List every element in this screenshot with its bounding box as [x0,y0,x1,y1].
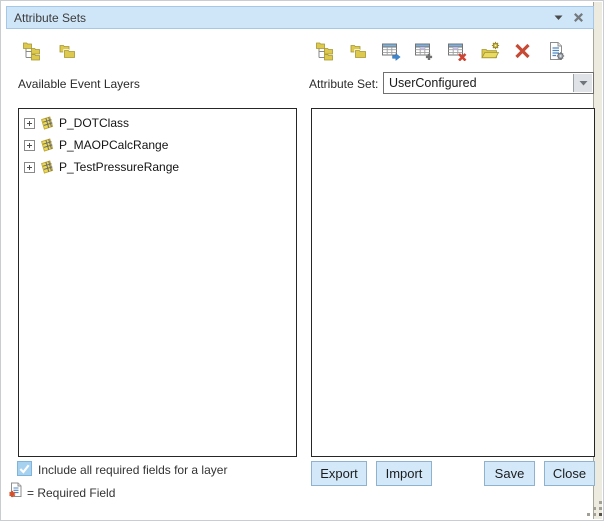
attribute-set-tree-icon [22,41,42,61]
new-attribute-set-tree-button[interactable] [22,41,42,61]
document-gear-icon [546,41,566,61]
attribute-set-tree-button[interactable] [315,41,335,61]
attribute-set-combobox[interactable]: UserConfigured [383,72,594,94]
table-export-button[interactable] [381,41,401,61]
tree-item-layer[interactable]: P_MAOPCalcRange [19,134,296,156]
table-add-button[interactable] [414,41,434,61]
delete-x-icon [513,41,533,61]
attribute-sets-dialog: Attribute Sets [0,0,604,521]
combobox-dropdown-button[interactable] [573,74,592,92]
table-delete-button[interactable] [447,41,467,61]
required-field-icon [8,482,24,498]
titlebar-controls [554,12,593,23]
copy-folders-icon [348,41,368,61]
export-button[interactable]: Export [311,461,367,486]
attribute-set-fields-list[interactable] [311,108,595,457]
event-layer-icon [39,137,55,153]
copy-folders-button[interactable] [348,41,368,61]
document-settings-button[interactable] [546,41,566,61]
layer-name: P_TestPressureRange [59,160,179,174]
folder-gear-button[interactable] [480,41,500,61]
close-icon[interactable] [573,12,584,23]
table-add-icon [414,41,434,61]
attribute-set-value: UserConfigured [384,73,593,93]
close-button[interactable]: Close [544,461,595,486]
checkmark-icon [18,462,31,475]
dialog-title: Attribute Sets [7,11,554,25]
available-event-layers-list[interactable]: P_DOTClass P_MAOPCalcRange P_TestPressur… [18,108,297,457]
titlebar[interactable]: Attribute Sets [6,6,594,29]
expand-plus-icon[interactable] [24,118,35,129]
include-required-fields-label: Include all required fields for a layer [38,463,227,477]
required-field-legend: = Required Field [27,486,115,500]
event-layer-icon [39,159,55,175]
attribute-set-label: Attribute Set: [309,77,378,91]
event-layer-icon [39,115,55,131]
folder-gear-icon [480,41,500,61]
include-required-fields-checkbox[interactable] [17,461,32,476]
save-button[interactable]: Save [484,461,535,486]
available-event-layers-label: Available Event Layers [18,77,140,91]
copy-folders-button[interactable] [57,41,77,61]
layer-name: P_MAOPCalcRange [59,138,168,152]
delete-button[interactable] [513,41,533,61]
table-delete-icon [447,41,467,61]
chevron-down-icon[interactable] [554,15,563,21]
table-export-icon [381,41,401,61]
expand-plus-icon[interactable] [24,140,35,151]
tree-item-layer[interactable]: P_TestPressureRange [19,156,296,178]
right-toolbar [315,41,566,61]
chevron-down-icon [579,80,588,86]
expand-plus-icon[interactable] [24,162,35,173]
resize-grip[interactable] [587,500,604,517]
import-button[interactable]: Import [376,461,432,486]
attribute-set-tree-icon [315,41,335,61]
layer-name: P_DOTClass [59,116,129,130]
copy-folders-icon [57,41,77,61]
left-toolbar [22,41,77,61]
tree-item-layer[interactable]: P_DOTClass [19,112,296,134]
